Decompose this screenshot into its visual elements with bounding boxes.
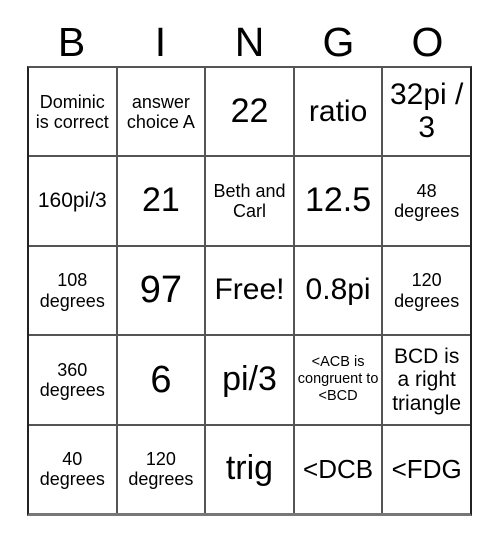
bingo-row: 360 degrees 6 pi/3 <ACB is congruent to … [29, 334, 470, 424]
bingo-free-space[interactable]: Free! [204, 246, 293, 335]
bingo-cell[interactable]: 0.8pi [292, 246, 382, 335]
bingo-cell[interactable]: Dominic is correct [29, 68, 116, 155]
bingo-cell[interactable]: 48 degrees [381, 157, 470, 245]
bingo-cell[interactable]: answer choice A [115, 68, 205, 156]
bingo-cell[interactable]: 40 degrees [29, 426, 116, 513]
bingo-cell[interactable]: 21 [115, 157, 205, 245]
bingo-cell[interactable]: 160pi/3 [29, 157, 116, 244]
bingo-header-letter-i: I [154, 19, 167, 65]
bingo-cell[interactable]: 120 degrees [381, 246, 470, 335]
bingo-cell[interactable]: <FDG [381, 425, 470, 514]
bingo-header-letter-g: G [322, 19, 355, 65]
bingo-header-letter-o: O [411, 19, 444, 65]
bingo-cell[interactable]: 12.5 [292, 157, 382, 245]
bingo-cell[interactable]: 6 [115, 336, 205, 424]
bingo-header-letter-b: B [57, 19, 86, 65]
bingo-cell[interactable]: 120 degrees [115, 425, 205, 514]
bingo-row: 160pi/3 21 Beth and Carl 12.5 48 degrees [29, 155, 470, 245]
bingo-cell[interactable]: <DCB [292, 425, 382, 514]
bingo-row: 108 degrees 97 Free! 0.8pi 120 degrees [29, 244, 470, 335]
bingo-row: 40 degrees 120 degrees trig <DCB <FDG [29, 423, 470, 514]
bingo-cell[interactable]: <ACB is congruent to <BCD [292, 336, 382, 424]
bingo-cell[interactable]: 32pi / 3 [381, 68, 470, 156]
bingo-cell[interactable]: 97 [115, 246, 205, 335]
bingo-cell[interactable]: pi/3 [204, 336, 293, 424]
bingo-header-letter-n: N [234, 19, 265, 65]
bingo-card: B I N G O Dominic is correct answer choi… [0, 0, 500, 544]
bingo-cell[interactable]: BCD is a right triangle [381, 336, 470, 424]
bingo-cell[interactable]: 22 [204, 68, 293, 156]
bingo-row: Dominic is correct answer choice A 22 ra… [29, 68, 470, 156]
bingo-cell[interactable]: ratio [292, 68, 382, 156]
bingo-cell[interactable]: trig [204, 425, 293, 514]
bingo-cell[interactable]: 360 degrees [29, 336, 116, 423]
bingo-header-row: B I N G O [27, 8, 472, 65]
bingo-cell[interactable]: 108 degrees [29, 247, 116, 334]
bingo-grid: Dominic is correct answer choice A 22 ra… [27, 66, 472, 516]
bingo-cell[interactable]: Beth and Carl [204, 157, 293, 245]
